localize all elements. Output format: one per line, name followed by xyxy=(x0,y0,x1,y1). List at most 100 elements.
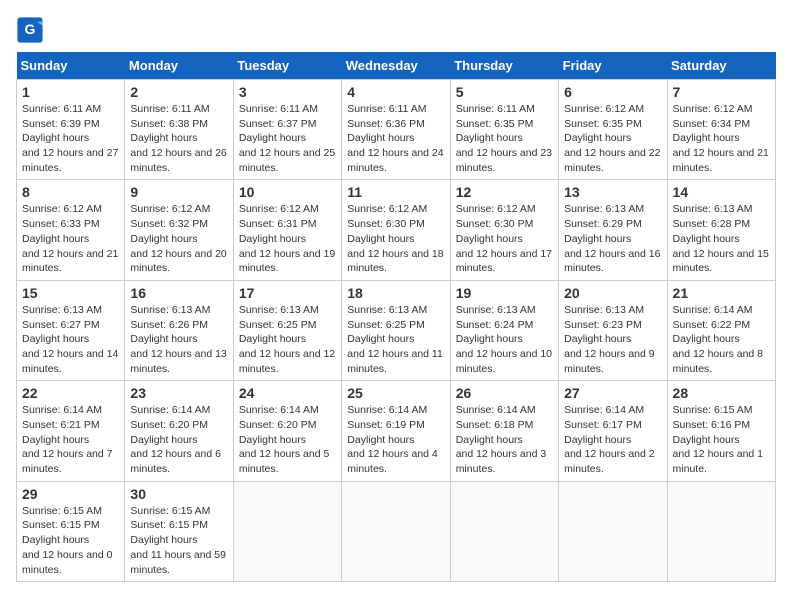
header-saturday: Saturday xyxy=(667,52,775,80)
cell-details: Sunrise: 6:11 AMSunset: 6:39 PMDaylight … xyxy=(22,102,119,175)
day-number: 13 xyxy=(564,184,661,200)
cell-details: Sunrise: 6:13 AMSunset: 6:26 PMDaylight … xyxy=(130,303,227,376)
day-number: 11 xyxy=(347,184,444,200)
cell-details: Sunrise: 6:11 AMSunset: 6:35 PMDaylight … xyxy=(456,102,553,175)
calendar-header: SundayMondayTuesdayWednesdayThursdayFrid… xyxy=(17,52,776,80)
calendar-cell: 28 Sunrise: 6:15 AMSunset: 6:16 PMDayligh… xyxy=(667,381,775,481)
day-number: 16 xyxy=(130,285,227,301)
cell-details: Sunrise: 6:13 AMSunset: 6:23 PMDaylight … xyxy=(564,303,661,376)
header-friday: Friday xyxy=(559,52,667,80)
calendar-body: 1 Sunrise: 6:11 AMSunset: 6:39 PMDaylight… xyxy=(17,80,776,582)
day-number: 23 xyxy=(130,385,227,401)
cell-details: Sunrise: 6:12 AMSunset: 6:32 PMDaylight … xyxy=(130,202,227,275)
day-number: 30 xyxy=(130,486,227,502)
calendar-cell: 16 Sunrise: 6:13 AMSunset: 6:26 PMDayligh… xyxy=(125,280,233,380)
calendar-cell: 30 Sunrise: 6:15 AMSunset: 6:15 PMDayligh… xyxy=(125,481,233,581)
calendar-cell: 22 Sunrise: 6:14 AMSunset: 6:21 PMDayligh… xyxy=(17,381,125,481)
day-number: 24 xyxy=(239,385,336,401)
day-number: 15 xyxy=(22,285,119,301)
day-number: 20 xyxy=(564,285,661,301)
cell-details: Sunrise: 6:14 AMSunset: 6:22 PMDaylight … xyxy=(673,303,770,376)
cell-details: Sunrise: 6:14 AMSunset: 6:17 PMDaylight … xyxy=(564,403,661,476)
cell-details: Sunrise: 6:12 AMSunset: 6:33 PMDaylight … xyxy=(22,202,119,275)
day-number: 5 xyxy=(456,84,553,100)
calendar-cell: 13 Sunrise: 6:13 AMSunset: 6:29 PMDayligh… xyxy=(559,180,667,280)
calendar-cell xyxy=(233,481,341,581)
cell-details: Sunrise: 6:13 AMSunset: 6:29 PMDaylight … xyxy=(564,202,661,275)
day-number: 18 xyxy=(347,285,444,301)
week-row-0: 1 Sunrise: 6:11 AMSunset: 6:39 PMDaylight… xyxy=(17,80,776,180)
calendar-cell: 27 Sunrise: 6:14 AMSunset: 6:17 PMDayligh… xyxy=(559,381,667,481)
day-number: 14 xyxy=(673,184,770,200)
day-number: 10 xyxy=(239,184,336,200)
calendar-cell: 25 Sunrise: 6:14 AMSunset: 6:19 PMDayligh… xyxy=(342,381,450,481)
header-sunday: Sunday xyxy=(17,52,125,80)
cell-details: Sunrise: 6:13 AMSunset: 6:25 PMDaylight … xyxy=(239,303,336,376)
cell-details: Sunrise: 6:11 AMSunset: 6:36 PMDaylight … xyxy=(347,102,444,175)
cell-details: Sunrise: 6:11 AMSunset: 6:37 PMDaylight … xyxy=(239,102,336,175)
week-row-4: 29 Sunrise: 6:15 AMSunset: 6:15 PMDayligh… xyxy=(17,481,776,581)
cell-details: Sunrise: 6:13 AMSunset: 6:27 PMDaylight … xyxy=(22,303,119,376)
day-number: 3 xyxy=(239,84,336,100)
day-number: 19 xyxy=(456,285,553,301)
day-number: 22 xyxy=(22,385,119,401)
day-number: 8 xyxy=(22,184,119,200)
day-number: 12 xyxy=(456,184,553,200)
calendar-cell: 2Sunrise: 6:11 AMSunset: 6:38 PMDaylight… xyxy=(125,80,233,180)
header-wednesday: Wednesday xyxy=(342,52,450,80)
svg-text:G: G xyxy=(25,21,36,37)
cell-details: Sunrise: 6:12 AMSunset: 6:35 PMDaylight … xyxy=(564,102,661,175)
header: G xyxy=(16,16,776,44)
header-row: SundayMondayTuesdayWednesdayThursdayFrid… xyxy=(17,52,776,80)
calendar-cell xyxy=(450,481,558,581)
cell-details: Sunrise: 6:11 AMSunset: 6:38 PMDaylight … xyxy=(130,102,227,175)
header-tuesday: Tuesday xyxy=(233,52,341,80)
calendar-cell: 4 Sunrise: 6:11 AMSunset: 6:36 PMDaylight… xyxy=(342,80,450,180)
day-number: 1 xyxy=(22,84,119,100)
cell-details: Sunrise: 6:14 AMSunset: 6:20 PMDaylight … xyxy=(130,403,227,476)
cell-details: Sunrise: 6:13 AMSunset: 6:28 PMDaylight … xyxy=(673,202,770,275)
header-thursday: Thursday xyxy=(450,52,558,80)
day-number: 4 xyxy=(347,84,444,100)
calendar-cell: 12Sunrise: 6:12 AMSunset: 6:30 PMDayligh… xyxy=(450,180,558,280)
cell-details: Sunrise: 6:14 AMSunset: 6:20 PMDaylight … xyxy=(239,403,336,476)
calendar-cell: 14 Sunrise: 6:13 AMSunset: 6:28 PMDayligh… xyxy=(667,180,775,280)
day-number: 27 xyxy=(564,385,661,401)
logo-icon: G xyxy=(16,16,44,44)
calendar-cell: 11 Sunrise: 6:12 AMSunset: 6:30 PMDayligh… xyxy=(342,180,450,280)
day-number: 6 xyxy=(564,84,661,100)
cell-details: Sunrise: 6:15 AMSunset: 6:16 PMDaylight … xyxy=(673,403,770,476)
day-number: 28 xyxy=(673,385,770,401)
calendar-cell: 9 Sunrise: 6:12 AMSunset: 6:32 PMDaylight… xyxy=(125,180,233,280)
calendar-cell: 1 Sunrise: 6:11 AMSunset: 6:39 PMDaylight… xyxy=(17,80,125,180)
logo: G xyxy=(16,16,48,44)
cell-details: Sunrise: 6:13 AMSunset: 6:24 PMDaylight … xyxy=(456,303,553,376)
week-row-2: 15 Sunrise: 6:13 AMSunset: 6:27 PMDayligh… xyxy=(17,280,776,380)
day-number: 21 xyxy=(673,285,770,301)
cell-details: Sunrise: 6:13 AMSunset: 6:25 PMDaylight … xyxy=(347,303,444,376)
cell-details: Sunrise: 6:12 AMSunset: 6:34 PMDaylight … xyxy=(673,102,770,175)
calendar-cell xyxy=(342,481,450,581)
calendar-cell: 3 Sunrise: 6:11 AMSunset: 6:37 PMDaylight… xyxy=(233,80,341,180)
day-number: 9 xyxy=(130,184,227,200)
calendar-cell: 20 Sunrise: 6:13 AMSunset: 6:23 PMDayligh… xyxy=(559,280,667,380)
cell-details: Sunrise: 6:14 AMSunset: 6:19 PMDaylight … xyxy=(347,403,444,476)
day-number: 26 xyxy=(456,385,553,401)
cell-details: Sunrise: 6:15 AMSunset: 6:15 PMDaylight … xyxy=(130,504,227,577)
cell-details: Sunrise: 6:14 AMSunset: 6:18 PMDaylight … xyxy=(456,403,553,476)
cell-details: Sunrise: 6:12 AMSunset: 6:30 PMDaylight … xyxy=(347,202,444,275)
calendar-cell: 7Sunrise: 6:12 AMSunset: 6:34 PMDaylight… xyxy=(667,80,775,180)
cell-details: Sunrise: 6:15 AMSunset: 6:15 PMDaylight … xyxy=(22,504,119,577)
day-number: 25 xyxy=(347,385,444,401)
calendar-cell: 8 Sunrise: 6:12 AMSunset: 6:33 PMDaylight… xyxy=(17,180,125,280)
calendar-cell: 15 Sunrise: 6:13 AMSunset: 6:27 PMDayligh… xyxy=(17,280,125,380)
cell-details: Sunrise: 6:14 AMSunset: 6:21 PMDaylight … xyxy=(22,403,119,476)
calendar-cell: 23 Sunrise: 6:14 AMSunset: 6:20 PMDayligh… xyxy=(125,381,233,481)
week-row-1: 8 Sunrise: 6:12 AMSunset: 6:33 PMDaylight… xyxy=(17,180,776,280)
calendar-cell: 21 Sunrise: 6:14 AMSunset: 6:22 PMDayligh… xyxy=(667,280,775,380)
calendar-cell: 6 Sunrise: 6:12 AMSunset: 6:35 PMDaylight… xyxy=(559,80,667,180)
calendar-cell xyxy=(667,481,775,581)
day-number: 29 xyxy=(22,486,119,502)
calendar-cell: 17 Sunrise: 6:13 AMSunset: 6:25 PMDayligh… xyxy=(233,280,341,380)
day-number: 17 xyxy=(239,285,336,301)
